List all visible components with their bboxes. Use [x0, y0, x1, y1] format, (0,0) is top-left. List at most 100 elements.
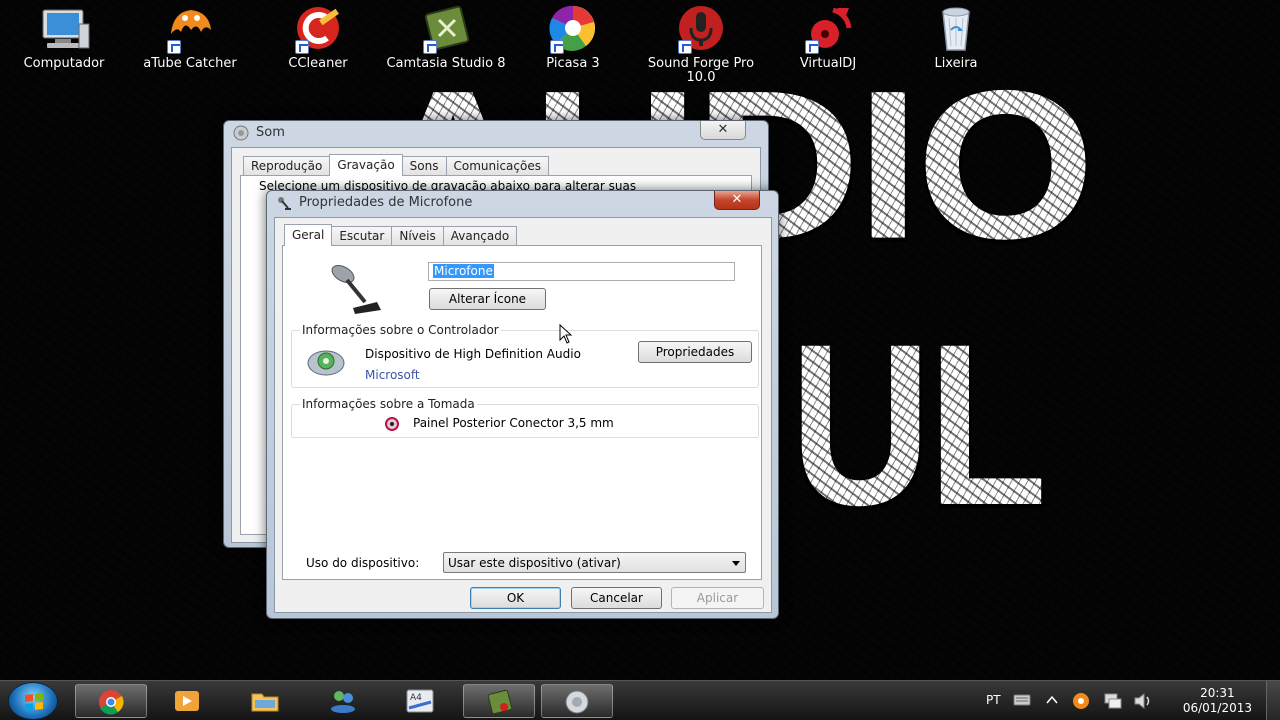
- picasa-icon: [544, 4, 602, 54]
- microphone-icon: [278, 197, 291, 210]
- cancel-button[interactable]: Cancelar: [571, 587, 662, 609]
- windows-logo-icon: [25, 693, 43, 711]
- desktop-icon-label: CCleaner: [288, 56, 348, 71]
- som-title: Som: [256, 125, 285, 140]
- wallpaper-text-bottom: UL: [790, 296, 1047, 553]
- tab-reproducao[interactable]: Reprodução: [243, 156, 331, 176]
- shortcut-arrow-icon: [678, 40, 692, 54]
- som-tabs: Reprodução Gravação Sons Comunicações: [243, 154, 549, 176]
- network-status-icon[interactable]: [1103, 692, 1123, 710]
- shortcut-arrow-icon: [550, 40, 564, 54]
- jack-info: Painel Posterior Conector 3,5 mm: [413, 416, 614, 430]
- network-users-icon: [331, 691, 355, 713]
- taskbar-item-sound[interactable]: [541, 684, 613, 718]
- chrome-icon: [99, 690, 124, 715]
- close-icon: ✕: [717, 122, 729, 137]
- taskbar-item-network[interactable]: [308, 684, 380, 718]
- mic-titlebar[interactable]: Propriedades de Microfone ✕: [267, 191, 778, 215]
- system-clock[interactable]: 20:31 06/01/2013: [1183, 686, 1252, 716]
- tray-expand-icon[interactable]: [1046, 695, 1058, 705]
- microphone-icon: [331, 264, 381, 314]
- camtasia-icon: [487, 689, 513, 715]
- controller-vendor-link[interactable]: Microsoft: [365, 368, 420, 382]
- chevron-down-icon: [732, 561, 740, 566]
- language-indicator[interactable]: PT: [986, 693, 1001, 707]
- mic-properties-dialog[interactable]: Propriedades de Microfone ✕ Geral Escuta…: [266, 190, 779, 619]
- clock-date: 06/01/2013: [1182, 701, 1252, 715]
- desktop-icon-sound-forge[interactable]: Sound Forge Pro 10.0: [641, 4, 761, 85]
- taskbar-item-chrome[interactable]: [75, 684, 147, 718]
- desktop-icon-label: VirtualDJ: [799, 56, 857, 71]
- tab-sons[interactable]: Sons: [401, 156, 447, 176]
- controller-name: Dispositivo de High Definition Audio: [365, 347, 581, 361]
- mic-client: Geral Escutar Níveis Avançado Microfone …: [274, 217, 772, 613]
- audio-device-icon: [307, 350, 345, 376]
- mic-title: Propriedades de Microfone: [299, 195, 473, 210]
- device-usage-select[interactable]: Usar este dispositivo (ativar): [443, 552, 746, 573]
- mic-tab-panel-geral: Microfone Alterar Ícone Informações sobr…: [282, 245, 762, 580]
- shortcut-arrow-icon: [295, 40, 309, 54]
- desktop-icon-label: Sound Forge Pro 10.0: [647, 56, 755, 85]
- desktop-icon-lixeira[interactable]: Lixeira: [896, 4, 1016, 71]
- desktop-icon-camtasia[interactable]: Camtasia Studio 8: [386, 4, 506, 71]
- mouse-cursor-icon: [559, 324, 573, 344]
- controller-info-group: Informações sobre o Controlador Disposit…: [291, 323, 759, 388]
- start-button[interactable]: [8, 682, 58, 720]
- device-name-value: Microfone: [433, 264, 494, 278]
- shortcut-arrow-icon: [805, 40, 819, 54]
- mic-tabs: Geral Escutar Níveis Avançado: [284, 224, 518, 246]
- som-close-button[interactable]: ✕: [700, 121, 746, 140]
- computer-icon: [35, 4, 93, 54]
- desktop-icon-label: aTube Catcher: [143, 56, 237, 71]
- device-usage-label: Uso do dispositivo:: [306, 556, 420, 570]
- jack-group-label: Informações sobre a Tomada: [300, 397, 477, 411]
- desktop-icon-virtualdj[interactable]: VirtualDJ: [768, 4, 888, 71]
- media-player-icon: [175, 691, 199, 711]
- jack-color-icon: [385, 417, 399, 431]
- desktop-icon-ccleaner[interactable]: CCleaner: [258, 4, 378, 71]
- close-icon: ✕: [731, 192, 743, 207]
- clock-time: 20:31: [1200, 686, 1235, 700]
- keyboard-icon[interactable]: [1013, 693, 1031, 707]
- tab-niveis[interactable]: Níveis: [391, 226, 444, 246]
- desktop-icon-label: Picasa 3: [546, 56, 600, 71]
- font-tool-icon: A4: [406, 689, 434, 713]
- device-usage-value: Usar este dispositivo (ativar): [448, 556, 621, 570]
- tab-escutar[interactable]: Escutar: [331, 226, 393, 246]
- tab-comunicacoes[interactable]: Comunicações: [445, 156, 549, 176]
- change-icon-button[interactable]: Alterar Ícone: [429, 288, 546, 310]
- taskbar-item-media-player[interactable]: [152, 684, 224, 718]
- desktop-icon-atube-catcher[interactable]: aTube Catcher: [130, 4, 250, 71]
- taskbar: A4 PT 20:31 06/01/2013: [0, 680, 1280, 720]
- apply-button[interactable]: Aplicar: [671, 587, 764, 609]
- show-desktop-button[interactable]: [1266, 681, 1280, 720]
- tab-geral[interactable]: Geral: [284, 224, 333, 246]
- controller-group-label: Informações sobre o Controlador: [300, 323, 501, 337]
- ok-button[interactable]: OK: [470, 587, 561, 609]
- recycle-bin-icon: [927, 4, 985, 54]
- atube-tray-icon[interactable]: [1072, 692, 1090, 710]
- taskbar-item-fonts[interactable]: A4: [385, 684, 457, 718]
- sound-forge-icon: [672, 4, 730, 54]
- shortcut-arrow-icon: [167, 40, 181, 54]
- desktop-icon-label: Computador: [23, 56, 105, 71]
- properties-button[interactable]: Propriedades: [638, 341, 752, 363]
- camtasia-icon: [417, 4, 475, 54]
- svg-text:A4: A4: [410, 693, 422, 703]
- speaker-icon: [233, 125, 249, 141]
- taskbar-item-camtasia[interactable]: [463, 684, 535, 718]
- volume-icon[interactable]: [1133, 692, 1153, 710]
- device-name-input[interactable]: Microfone: [428, 262, 735, 281]
- desktop-icon-label: Lixeira: [934, 56, 978, 71]
- tab-gravacao[interactable]: Gravação: [329, 154, 403, 176]
- shortcut-arrow-icon: [423, 40, 437, 54]
- desktop-icon-label: Camtasia Studio 8: [386, 56, 506, 71]
- desktop-icon-picasa[interactable]: Picasa 3: [513, 4, 633, 71]
- mic-close-button[interactable]: ✕: [714, 191, 760, 210]
- tab-avancado[interactable]: Avançado: [442, 226, 518, 246]
- som-titlebar[interactable]: Som ✕: [224, 121, 768, 145]
- atube-catcher-icon: [161, 4, 219, 54]
- desktop-icon-computador[interactable]: Computador: [4, 4, 124, 71]
- jack-info-group: Informações sobre a Tomada Painel Poster…: [291, 397, 759, 438]
- taskbar-item-explorer[interactable]: [230, 684, 302, 718]
